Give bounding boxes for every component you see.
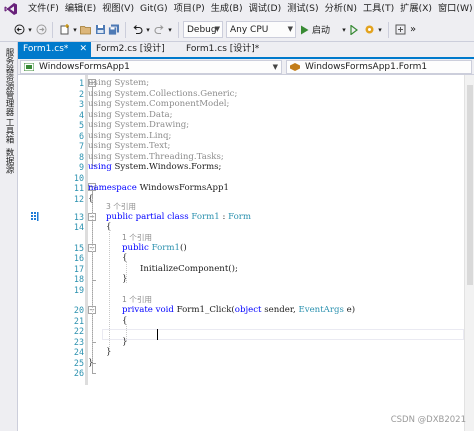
dropdown-arrow-icon[interactable]: ▾ <box>166 21 174 39</box>
project-dropdown[interactable]: WindowsFormsApp1 ▼ <box>20 60 282 74</box>
tab-label: Form2.cs [设计] <box>96 44 165 54</box>
document-tab-row: Form1.cs* ✕ Form2.cs [设计] Form1.cs [设计]* <box>18 42 474 59</box>
dropdown-arrow-icon[interactable]: ▾ <box>376 21 384 39</box>
menu-file[interactable]: 文件(F) <box>22 0 59 18</box>
using-directive: using System.Drawing; <box>88 120 190 130</box>
toolbar-overflow-icon[interactable]: » <box>407 21 419 39</box>
tab-form1-cs[interactable]: Form1.cs* ✕ <box>18 42 91 57</box>
open-folder-icon[interactable] <box>79 21 93 39</box>
dropdown-arrow-icon[interactable]: ▾ <box>71 21 79 39</box>
type-name: WindowsFormsApp1.Form1 <box>305 62 428 72</box>
indent-guide <box>109 230 110 351</box>
menu-bar: 文件(F) 编辑(E) 视图(V) Git(G) 项目(P) 生成(B) 调试(… <box>0 0 474 18</box>
tab-label: Form1.cs* <box>23 44 69 54</box>
navigation-bar: WindowsFormsApp1 ▼ WindowsFormsApp1.Form… <box>18 59 474 75</box>
watermark-text: CSDN @DXB2021 <box>390 415 466 425</box>
close-icon[interactable]: ✕ <box>79 42 87 57</box>
menu-analyze[interactable]: 分析(N) <box>319 0 357 18</box>
menu-debug[interactable]: 调试(D) <box>243 0 282 18</box>
toolbar-separator <box>52 21 53 38</box>
browser-link-icon[interactable] <box>393 21 407 39</box>
solution-platform-value: Any CPU <box>230 24 269 35</box>
menu-test[interactable]: 测试(S) <box>281 0 318 18</box>
dropdown-arrow-icon[interactable]: ▾ <box>340 21 348 39</box>
namespace-declaration: namespace WindowsFormsApp1 <box>88 183 229 193</box>
using-directive: using System.Data; <box>88 110 173 120</box>
standard-toolbar: ▾ ▾ ▾ ▾ Debug ▼ Any CPU ▼ 启动 ▾ ▾ » <box>0 18 474 42</box>
codelens-reference-count: 3 个引用 <box>106 202 137 211</box>
constructor-declaration: public Form1() <box>122 243 187 253</box>
start-without-debugging-icon[interactable] <box>348 21 362 39</box>
chevron-down-icon: ▼ <box>272 63 278 71</box>
solution-configuration-select[interactable]: Debug ▼ <box>183 21 223 38</box>
class-declaration: public partial class Form1 : Form <box>106 212 252 222</box>
tab-label: Form1.cs [设计]* <box>186 44 260 54</box>
type-dropdown[interactable]: WindowsFormsApp1.Form1 <box>286 60 472 74</box>
code-text: using System; using System.Collections.Ge… <box>18 75 464 431</box>
forward-icon[interactable] <box>34 21 48 39</box>
using-directive: using System.Text; <box>88 141 171 151</box>
code-editor[interactable]: 1 2 3 4 5 6 7 8 9 10 11 12 13 14 15 16 17 18 19 20 21 22 23 24 2… <box>18 75 464 431</box>
save-icon[interactable] <box>93 21 107 39</box>
hot-reload-icon[interactable] <box>362 21 376 39</box>
method-call: InitializeComponent(); <box>140 264 238 274</box>
redo-icon[interactable] <box>152 21 166 39</box>
menu-tools[interactable]: 工具(T) <box>357 0 394 18</box>
menu-edit[interactable]: 编辑(E) <box>59 0 96 18</box>
vertical-scrollbar[interactable] <box>464 75 474 431</box>
menu-window[interactable]: 窗口(W) <box>432 0 473 18</box>
start-button[interactable]: 启动 <box>300 21 340 39</box>
start-label: 启动 <box>312 26 331 36</box>
toolbox-tab[interactable]: 工具箱 <box>3 118 15 144</box>
using-directive: using System.Threading.Tasks; <box>88 152 224 162</box>
using-directive: using System; <box>88 78 150 88</box>
back-icon[interactable] <box>12 21 26 39</box>
play-icon <box>301 25 309 34</box>
using-directive: using System.Collections.Generic; <box>88 89 238 99</box>
csharp-project-icon <box>24 63 34 71</box>
menu-project[interactable]: 项目(P) <box>168 0 205 18</box>
codelens-reference-count: 1 个引用 <box>122 295 153 304</box>
toolbar-separator <box>125 21 126 38</box>
toolbar-separator <box>388 21 389 38</box>
class-icon <box>290 63 300 71</box>
save-all-icon[interactable] <box>107 21 121 39</box>
indent-guide <box>92 199 93 362</box>
using-directive: using System.Windows.Forms; <box>88 162 222 172</box>
tool-window-strip: 服务器资源管理器 工具箱 数据源 <box>0 42 18 431</box>
indent-guide <box>126 324 127 341</box>
using-directive: using System.ComponentModel; <box>88 99 230 109</box>
toolbar-separator <box>178 21 179 38</box>
indent-guide <box>126 262 127 283</box>
menu-view[interactable]: 视图(V) <box>96 0 134 18</box>
chevron-down-icon: ▼ <box>214 25 220 33</box>
solution-configuration-value: Debug <box>187 24 217 35</box>
menu-git[interactable]: Git(G) <box>134 0 168 18</box>
visual-studio-logo-icon[interactable] <box>0 0 22 18</box>
codelens-reference-count: 1 个引用 <box>122 233 153 242</box>
tab-form2-design[interactable]: Form2.cs [设计] <box>91 42 181 57</box>
using-directive: using System.Linq; <box>88 131 172 141</box>
method-declaration: private void Form1_Click(object sender, … <box>122 305 356 315</box>
menu-extensions[interactable]: 扩展(X) <box>394 0 432 18</box>
text-caret <box>157 329 158 340</box>
tab-form1-design[interactable]: Form1.cs [设计]* <box>181 42 281 57</box>
project-name: WindowsFormsApp1 <box>39 62 130 72</box>
server-explorer-tab[interactable]: 服务器资源管理器 <box>3 48 15 116</box>
menu-build[interactable]: 生成(B) <box>205 0 243 18</box>
scrollbar-thumb[interactable] <box>467 85 473 285</box>
solution-platform-select[interactable]: Any CPU ▼ <box>226 21 296 38</box>
data-sources-tab[interactable]: 数据源 <box>3 148 15 174</box>
dropdown-arrow-icon[interactable]: ▾ <box>144 21 152 39</box>
chevron-down-icon: ▼ <box>287 25 293 33</box>
undo-icon[interactable] <box>130 21 144 39</box>
dropdown-arrow-icon[interactable]: ▾ <box>26 21 34 39</box>
new-item-icon[interactable] <box>57 21 71 39</box>
